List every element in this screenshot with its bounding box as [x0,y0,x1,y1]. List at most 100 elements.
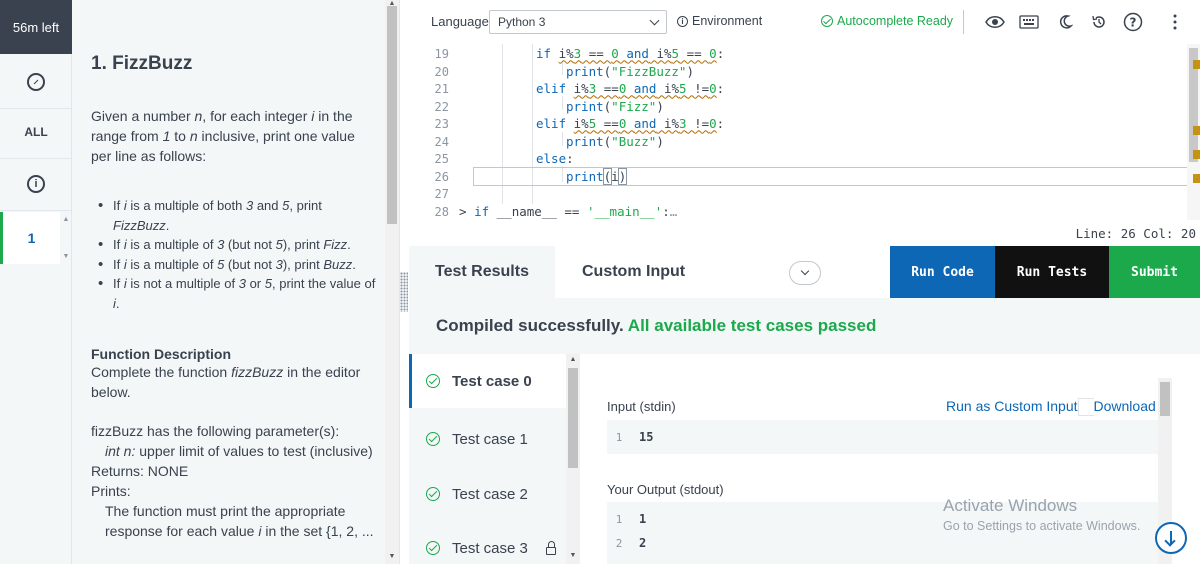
check-icon [821,15,833,27]
test-case-list: Test case 0 Test case 1 Test case 2 Test… [409,354,566,564]
run-as-custom-input-link[interactable]: Run as Custom Input [946,398,1078,416]
info-icon: i [27,175,45,193]
code-line: 26 print(i) [434,168,628,186]
tab-test-results[interactable]: Test Results [409,246,555,298]
scroll-down-arrow[interactable]: ▼ [385,553,399,560]
compile-status: Compiled successfully. All available tes… [409,298,1200,354]
test-case-1[interactable]: Test case 1 [409,412,566,466]
parameters-section: fizzBuzz has the following parameter(s):… [91,423,374,539]
minimap-marker [1193,150,1200,159]
help-icon[interactable]: ? [1123,12,1143,32]
history-icon[interactable] [1089,12,1109,32]
function-description-body: Complete the function fizzBuzz in the ed… [91,364,361,400]
list-item: If i is a multiple of 3 (but not 5), pri… [91,235,376,255]
problem-scrollbar[interactable]: ▲ ▼ [385,0,399,564]
problem-intro: Given a number n, for each integer i in … [91,108,355,164]
check-circle-icon [426,541,440,555]
language-value: Python 3 [498,15,546,29]
problem-statement: 1. FizzBuzz Given a number n, for each i… [72,0,385,564]
io-line: 11 [615,512,647,526]
lock-icon [545,540,556,555]
activate-windows-watermark: Activate Windows Go to Settings to activ… [943,496,1141,533]
code-line: 25 else: [434,151,574,167]
test-case-3[interactable]: Test case 3 [409,521,566,564]
scroll-down-button[interactable] [1155,522,1187,554]
info-button[interactable]: i [0,172,72,196]
moon-icon[interactable] [1055,12,1075,32]
rules-list: If i is a multiple of both 3 and 5, prin… [91,196,376,313]
editor-toolbar: Language Python 3 i Environment Autocomp… [409,0,1200,44]
divider [0,158,72,159]
left-rail: 56m left ALL i 1 ▲ ▼ [0,0,72,564]
test-case-2[interactable]: Test case 2 [409,467,566,521]
timer: 56m left [0,0,72,54]
eye-icon[interactable] [985,12,1005,32]
code-line: 20 print("FizzBuzz") [434,64,694,80]
drag-handle[interactable] [400,272,408,312]
minimap-marker [1193,174,1200,183]
test-case-0[interactable]: Test case 0 [409,354,566,408]
io-line: 22 [615,536,647,550]
pass-message: All available test cases passed [627,316,877,335]
code-line: 27 [434,186,449,201]
io-line: 1 15 [615,430,654,444]
code-line: 24 print("Buzz") [434,134,664,150]
check-circle-icon [426,432,440,446]
language-label: Language [431,14,489,29]
code-line: 19 if i%3 == 0 and i%5 == 0: [434,46,725,62]
scrollbar-thumb[interactable] [1160,382,1170,416]
list-item: If i is not a multiple of 3 or 5, print … [91,274,376,313]
tab-custom-input[interactable]: Custom Input [582,246,685,298]
output-label: Your Output (stdout) [607,482,724,497]
compass-button[interactable] [0,70,72,94]
minimap-marker [1193,126,1200,135]
submit-button[interactable]: Submit [1109,246,1200,298]
input-label: Input (stdin) [607,399,676,414]
divider [963,10,964,34]
problem-title: 1. FizzBuzz [91,53,193,74]
scrollbar-thumb[interactable] [568,368,578,468]
environment-link[interactable]: i Environment [677,14,762,28]
chevron-down-icon [800,266,810,276]
app-root: 56m left ALL i 1 ▲ ▼ 1. FizzBuzz Given a… [0,0,1200,564]
code-line: 28 > if __name__ == '__main__':… [434,204,678,220]
scrollbar-thumb[interactable] [387,6,397,224]
code-line: 21 elif i%3 ==0 and i%5 !=0: [434,81,725,97]
list-item: If i is a multiple of both 3 and 5, prin… [91,196,376,235]
more-options-icon[interactable] [1165,12,1185,32]
collapse-editor-button[interactable] [789,261,821,285]
divider [0,108,72,109]
download-link[interactable]: Download [1094,398,1156,416]
check-circle-icon [426,374,440,388]
all-questions-button[interactable]: ALL [0,122,72,142]
keyboard-icon[interactable] [1019,12,1039,32]
compile-message: Compiled successfully. [436,316,624,335]
all-label: ALL [24,125,48,139]
function-description-title: Function Description [91,346,231,362]
cursor-position: Line: 26 Col: 20 [1075,226,1196,241]
question-1-button[interactable]: 1 [0,212,60,264]
autocomplete-status[interactable]: Autocomplete Ready [821,14,953,28]
detail-links: Run as Custom Input Download [946,398,1156,416]
svg-text:?: ? [1130,16,1137,30]
editor-status-bar: Line: 26 Col: 20 [409,220,1200,246]
info-icon: i [677,15,688,27]
scroll-down-arrow[interactable]: ▼ [566,552,580,559]
code-line: 23 elif i%5 ==0 and i%3 !=0: [434,116,725,132]
language-select[interactable]: Python 3 [489,10,667,34]
code-editor[interactable]: 19 if i%3 == 0 and i%5 == 0: 20 print("Fiz… [409,44,1200,220]
list-item: If i is a multiple of 5 (but not 3), pri… [91,255,376,275]
divider [0,210,72,211]
code-line: 22 print("Fizz") [434,99,664,115]
minimap-marker [1193,60,1200,69]
scroll-down-arrow[interactable]: ▼ [60,251,72,261]
input-box: 1 15 [607,420,1159,454]
chevron-down-icon [649,15,660,25]
compass-icon [27,73,45,91]
scroll-up-arrow[interactable]: ▲ [566,356,580,363]
test-case-scrollbar[interactable]: ▲ ▼ [566,354,580,564]
fold-arrow-icon: > [459,204,467,220]
run-code-button[interactable]: Run Code [890,246,995,298]
run-tests-button[interactable]: Run Tests [995,246,1109,298]
scroll-up-arrow[interactable]: ▲ [60,214,72,224]
